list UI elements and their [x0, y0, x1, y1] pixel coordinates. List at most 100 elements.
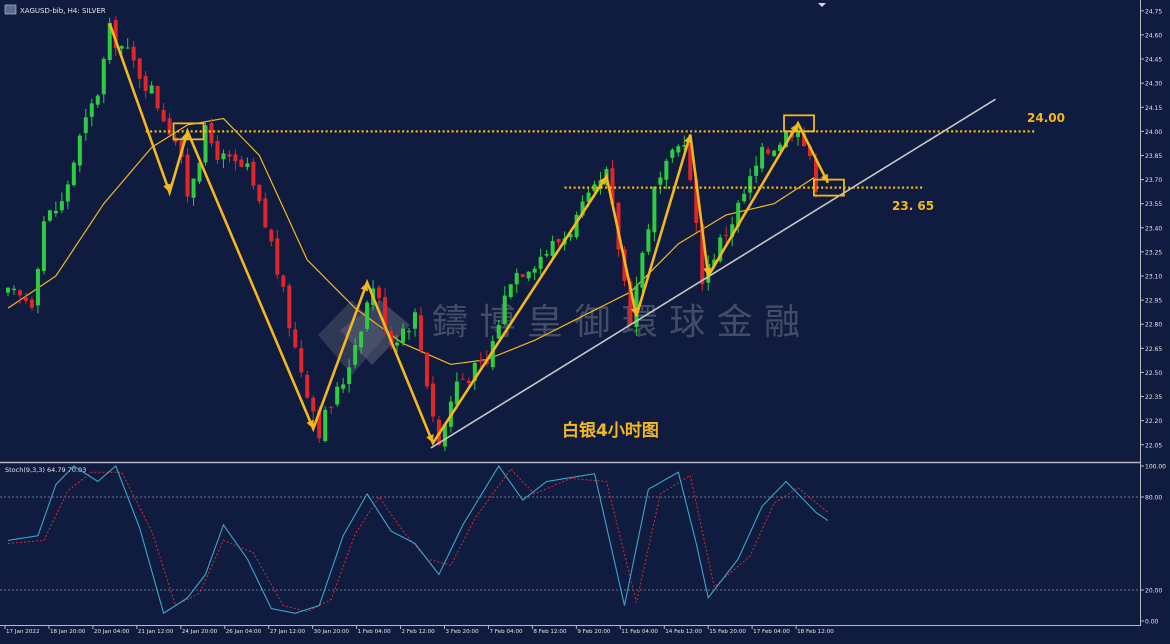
candle-body	[23, 297, 28, 301]
chart-window-icon	[4, 4, 17, 15]
candle-body	[670, 149, 675, 158]
chart-canvas: XAGUSD-bib, H4: SILVER 鑄 博 皇 御 環 球 金 融 白…	[0, 0, 1170, 640]
time-tick-label: 7 Feb 04:00	[489, 629, 523, 635]
candle-body	[59, 201, 64, 211]
candle-body	[221, 153, 226, 160]
candle-body	[748, 176, 753, 193]
candle-body	[323, 409, 328, 441]
candle-body	[95, 95, 100, 105]
resistance-label: 24.00	[1027, 111, 1065, 125]
candle-body	[209, 123, 214, 144]
candle-body	[772, 150, 777, 156]
stoch-tick-label: 80.00	[1145, 495, 1162, 502]
candle-body	[478, 360, 483, 362]
candle-body	[281, 275, 286, 287]
price-tick-label: 22.20	[1145, 418, 1162, 425]
candle-body	[299, 348, 304, 373]
time-tick-label: 17 Jan 2022	[6, 629, 40, 635]
price-tick-label: 24.00	[1145, 129, 1162, 136]
candle-body	[293, 329, 298, 348]
candle-body	[418, 315, 423, 351]
candle-body	[305, 374, 310, 398]
price-tick-label: 24.30	[1145, 81, 1162, 88]
candle-body	[766, 149, 771, 154]
time-tick-label: 27 Jan 12:00	[270, 629, 306, 635]
candle-body	[269, 229, 274, 242]
candle-body	[508, 284, 513, 298]
candle-body	[143, 75, 148, 91]
candle-body	[83, 117, 88, 133]
candle-body	[329, 406, 334, 408]
price-tick-label: 24.45	[1145, 57, 1162, 64]
candle-body	[544, 254, 549, 256]
price-tick-label: 23.70	[1145, 177, 1162, 184]
stoch-tick-label: 0.00	[1145, 619, 1159, 626]
time-tick-label: 14 Feb 12:00	[665, 629, 702, 635]
candle-body	[454, 381, 459, 405]
price-tick-label: 22.80	[1145, 322, 1162, 329]
time-tick-label: 15 Feb 20:00	[709, 629, 746, 635]
time-tick-label: 2 Feb 12:00	[402, 629, 436, 635]
candle-body	[17, 290, 22, 296]
candle-body	[550, 241, 555, 256]
price-tick-label: 24.75	[1145, 8, 1162, 15]
time-tick-label: 30 Jan 20:00	[314, 629, 350, 635]
candle-body	[395, 342, 400, 346]
candle-body	[760, 146, 765, 169]
time-tick-label: 18 Jan 20:00	[50, 629, 86, 635]
candle-body	[347, 367, 352, 384]
candle-body	[29, 299, 34, 308]
candle-body	[53, 210, 58, 214]
candle-body	[6, 287, 10, 293]
stoch-tick-label: 20.00	[1145, 588, 1162, 595]
price-tick-label: 23.85	[1145, 153, 1162, 160]
candle-body	[430, 383, 435, 417]
candle-body	[215, 141, 220, 161]
candle-body	[239, 159, 244, 168]
symbol-info: XAGUSD-bib, H4: SILVER	[20, 7, 106, 15]
candle-body	[233, 154, 238, 162]
price-tick-label: 23.25	[1145, 249, 1162, 256]
candle-body	[538, 256, 543, 269]
candle-body	[401, 328, 406, 343]
candle-body	[119, 45, 124, 49]
price-tick-label: 22.65	[1145, 346, 1162, 353]
candle-body	[466, 380, 471, 383]
price-tick-label: 23.40	[1145, 225, 1162, 232]
candle-body	[520, 274, 525, 277]
price-tick-label: 22.50	[1145, 370, 1162, 377]
candle-body	[796, 132, 801, 138]
candle-body	[502, 295, 507, 325]
candle-body	[149, 85, 154, 94]
candle-body	[185, 154, 190, 197]
time-tick-label: 9 Feb 20:00	[577, 629, 611, 635]
candle-body	[65, 184, 70, 202]
candle-body	[191, 178, 196, 198]
candle-body	[131, 46, 136, 61]
candle-body	[365, 302, 370, 329]
time-tick-label: 8 Feb 12:00	[533, 629, 567, 635]
candle-body	[155, 85, 160, 109]
price-tick-label: 24.15	[1145, 105, 1162, 112]
candle-body	[47, 210, 52, 221]
time-tick-label: 11 Feb 04:00	[621, 629, 658, 635]
candle-body	[496, 325, 501, 339]
candle-body	[646, 229, 651, 252]
candle-body	[359, 331, 364, 348]
candle-body	[532, 268, 537, 273]
candle-body	[41, 221, 46, 272]
candle-body	[377, 287, 382, 299]
price-tick-label: 24.60	[1145, 32, 1162, 39]
time-tick-label: 21 Jan 12:00	[138, 629, 174, 635]
candle-body	[311, 397, 316, 412]
candle-body	[275, 238, 280, 275]
candle-body	[658, 177, 663, 185]
candle-body	[335, 386, 340, 405]
candle-body	[341, 384, 346, 389]
candle-body	[125, 47, 130, 49]
candle-body	[71, 162, 76, 186]
candle-body	[251, 161, 256, 186]
candle-body	[640, 252, 645, 288]
candle-body	[35, 268, 40, 306]
candle-body	[263, 198, 268, 228]
